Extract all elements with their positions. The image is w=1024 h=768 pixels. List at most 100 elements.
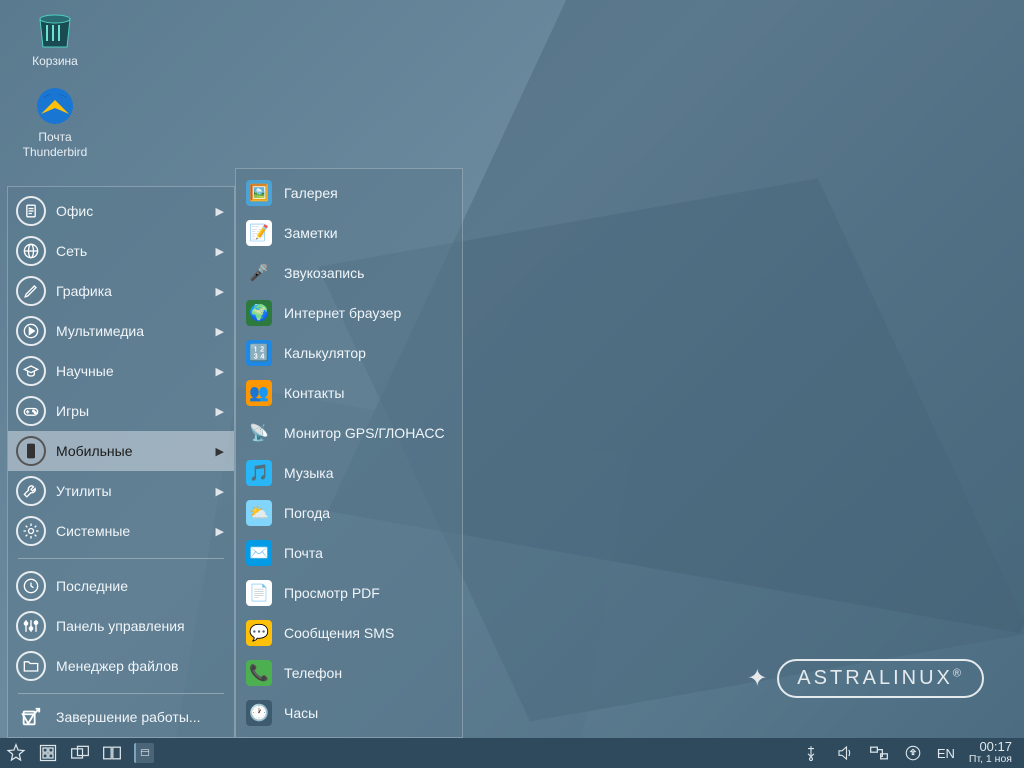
menu-item-sliders[interactable]: Панель управления xyxy=(8,606,234,646)
menu-item-globe[interactable]: Сеть ▶ xyxy=(8,231,234,271)
chevron-right-icon: ▶ xyxy=(216,285,224,298)
menu-item-play[interactable]: Мультимедиа ▶ xyxy=(8,311,234,351)
menu-item-label: Утилиты xyxy=(56,483,216,499)
brand-star-icon: ✦ xyxy=(747,664,767,693)
menu-item-label: Системные xyxy=(56,523,216,539)
submenu-item[interactable]: 🎤 Звукозапись xyxy=(236,253,462,293)
workspace-switcher-button[interactable] xyxy=(102,743,122,763)
app-icon: 🎵 xyxy=(246,460,272,486)
document-icon xyxy=(16,196,46,226)
app-icon: 📄 xyxy=(246,580,272,606)
menu-item-label: Мобильные xyxy=(56,443,216,459)
submenu-item[interactable]: 📄 Просмотр PDF xyxy=(236,573,462,613)
menu-item-label: Научные xyxy=(56,363,216,379)
trash-label: Корзина xyxy=(15,54,95,68)
chevron-right-icon: ▶ xyxy=(216,325,224,338)
menu-item-folder[interactable]: Менеджер файлов xyxy=(8,646,234,686)
keyboard-layout-indicator[interactable]: EN xyxy=(937,743,955,763)
submenu-item[interactable]: 🖼️ Галерея xyxy=(236,173,462,213)
app-icon: ⛅ xyxy=(246,500,272,526)
menu-item-gamepad[interactable]: Игры ▶ xyxy=(8,391,234,431)
shutdown-menu-item[interactable]: Завершение работы... xyxy=(8,697,234,737)
menu-item-label: Сеть xyxy=(56,243,216,259)
shutdown-icon xyxy=(16,702,46,732)
submenu-item[interactable]: ✉️ Почта xyxy=(236,533,462,573)
menu-item-document[interactable]: Офис ▶ xyxy=(8,191,234,231)
usb-tray-icon[interactable] xyxy=(801,743,821,763)
menu-divider xyxy=(18,693,224,694)
app-icon: ✉️ xyxy=(246,540,272,566)
trash-bin-icon xyxy=(31,10,79,50)
volume-tray-icon[interactable] xyxy=(835,743,855,763)
menu-item-label: Последние xyxy=(56,578,224,594)
brand-mark: ® xyxy=(953,667,964,679)
submenu-item[interactable]: 📡 Монитор GPS/ГЛОНАСС xyxy=(236,413,462,453)
chevron-right-icon: ▶ xyxy=(216,205,224,218)
submenu-item-label: Просмотр PDF xyxy=(284,585,380,601)
submenu-item[interactable]: 👥 Контакты xyxy=(236,373,462,413)
pencil-icon xyxy=(16,276,46,306)
chevron-right-icon: ▶ xyxy=(216,485,224,498)
trash-icon[interactable]: Корзина xyxy=(15,10,95,68)
submenu-item-label: Контакты xyxy=(284,385,344,401)
menu-item-recent[interactable]: Последние xyxy=(8,566,234,606)
submenu-item-label: Заметки xyxy=(284,225,338,241)
chevron-right-icon: ▶ xyxy=(216,245,224,258)
clock-date: Пт, 1 ноя xyxy=(969,754,1012,766)
submenu-item[interactable]: 🕐 Часы xyxy=(236,693,462,733)
app-icon: 📞 xyxy=(246,660,272,686)
desktop-icons: Корзина Почта Thunderbird xyxy=(15,10,95,177)
submenu-item[interactable]: 🎵 Музыка xyxy=(236,453,462,493)
chevron-right-icon: ▶ xyxy=(216,445,224,458)
sliders-icon xyxy=(16,611,46,641)
submenu-item[interactable]: 📞 Телефон xyxy=(236,653,462,693)
shutdown-label: Завершение работы... xyxy=(56,709,224,725)
network-tray-icon[interactable] xyxy=(869,743,889,763)
chevron-right-icon: ▶ xyxy=(216,365,224,378)
submenu-item-label: Звукозапись xyxy=(284,265,364,281)
submenu-item-label: Сообщения SMS xyxy=(284,625,394,641)
phone-icon xyxy=(16,436,46,466)
gamepad-icon xyxy=(16,396,46,426)
submenu-item[interactable]: ⛅ Погода xyxy=(236,493,462,533)
app-icon: 📝 xyxy=(246,220,272,246)
window-switcher-button[interactable] xyxy=(70,743,90,763)
submenu-item-label: Галерея xyxy=(284,185,338,201)
taskbar: EN 00:17 Пт, 1 ноя xyxy=(0,738,1024,768)
submenu-item-label: Почта xyxy=(284,545,323,561)
thunderbird-icon xyxy=(31,86,79,126)
submenu-item-label: Монитор GPS/ГЛОНАСС xyxy=(284,425,445,441)
menu-item-pencil[interactable]: Графика ▶ xyxy=(8,271,234,311)
taskbar-active-window[interactable] xyxy=(134,743,154,763)
show-desktop-button[interactable] xyxy=(38,743,58,763)
mail-label: Почта Thunderbird xyxy=(15,130,95,159)
updates-tray-icon[interactable] xyxy=(903,743,923,763)
recent-icon xyxy=(16,571,46,601)
app-icon: 🔢 xyxy=(246,340,272,366)
folder-icon xyxy=(16,651,46,681)
start-button[interactable] xyxy=(6,743,26,763)
submenu-item[interactable]: 💬 Сообщения SMS xyxy=(236,613,462,653)
mail-thunderbird-icon[interactable]: Почта Thunderbird xyxy=(15,86,95,159)
app-icon: 📡 xyxy=(246,420,272,446)
app-icon: 👥 xyxy=(246,380,272,406)
clock-time: 00:17 xyxy=(969,740,1012,754)
submenu-item[interactable]: 🌍 Интернет браузер xyxy=(236,293,462,333)
submenu-item-label: Интернет браузер xyxy=(284,305,401,321)
menu-divider xyxy=(18,558,224,559)
wrench-icon xyxy=(16,476,46,506)
submenu-item-label: Калькулятор xyxy=(284,345,366,361)
chevron-right-icon: ▶ xyxy=(216,405,224,418)
menu-item-label: Мультимедиа xyxy=(56,323,216,339)
gear-icon xyxy=(16,516,46,546)
app-icon: 🕐 xyxy=(246,700,272,726)
submenu-item[interactable]: 🔢 Калькулятор xyxy=(236,333,462,373)
menu-item-label: Графика xyxy=(56,283,216,299)
app-icon: 💬 xyxy=(246,620,272,646)
menu-item-wrench[interactable]: Утилиты ▶ xyxy=(8,471,234,511)
menu-item-phone[interactable]: Мобильные ▶ xyxy=(8,431,234,471)
taskbar-clock[interactable]: 00:17 Пт, 1 ноя xyxy=(969,740,1018,766)
submenu-item[interactable]: 📝 Заметки xyxy=(236,213,462,253)
menu-item-gear[interactable]: Системные ▶ xyxy=(8,511,234,551)
menu-item-education[interactable]: Научные ▶ xyxy=(8,351,234,391)
